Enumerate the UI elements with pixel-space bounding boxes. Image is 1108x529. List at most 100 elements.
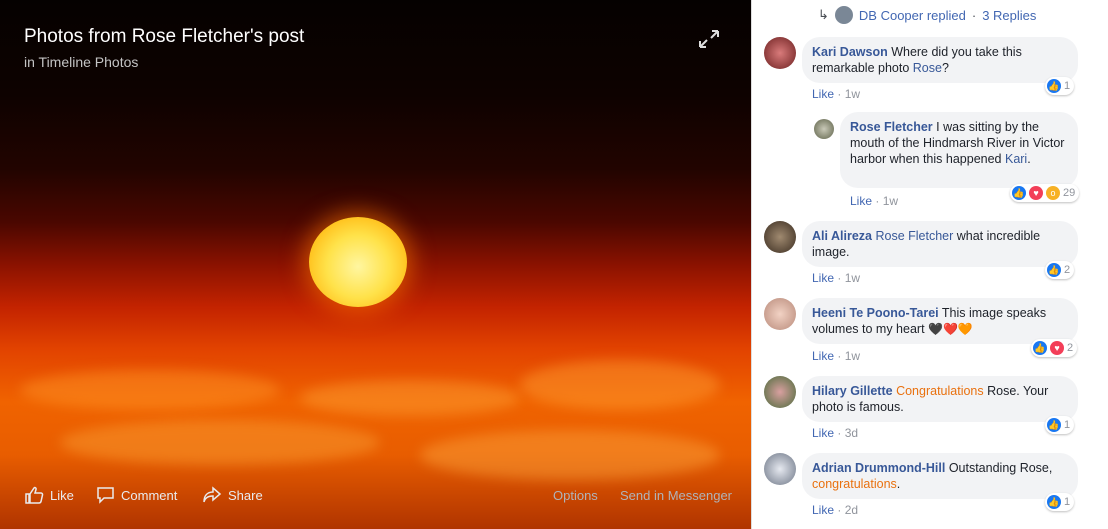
comment-icon xyxy=(97,487,114,504)
avatar[interactable] xyxy=(814,119,834,139)
comment-time[interactable]: 1w xyxy=(845,87,860,101)
cloud xyxy=(420,430,720,480)
avatar[interactable] xyxy=(764,37,796,69)
heart-emoji: 🖤❤️🧡 xyxy=(928,322,973,336)
avatar[interactable] xyxy=(764,453,796,485)
comment-meta: Like · 1w xyxy=(812,271,860,285)
comment-author[interactable]: Adrian Drummond-Hill xyxy=(812,461,945,475)
comment-bubble: Heeni Te Poono-Tarei This image speaks v… xyxy=(802,298,1078,344)
comment-meta: Like · 1w xyxy=(850,194,898,208)
love-reaction-icon: ♥ xyxy=(1029,186,1043,200)
replied-author: DB Cooper replied xyxy=(858,7,966,23)
avatar xyxy=(834,6,853,24)
like-label: Like xyxy=(50,487,74,503)
like-reaction-icon: 👍 xyxy=(1047,79,1061,93)
like-reaction-icon: 👍 xyxy=(1047,263,1061,277)
avatar[interactable] xyxy=(764,221,796,253)
reply-arrow-icon: ↳ xyxy=(818,7,829,22)
comment-like-button[interactable]: Like xyxy=(812,271,834,285)
comment-button[interactable]: Comment xyxy=(96,486,177,504)
share-icon xyxy=(203,486,222,503)
comment-text: Outstanding Rose, xyxy=(945,461,1053,475)
avatar[interactable] xyxy=(764,376,796,408)
reaction-count[interactable]: 👍 1 xyxy=(1045,77,1075,95)
replies-link[interactable]: ↳ DB Cooper replied · 3 Replies xyxy=(818,6,1036,24)
mention[interactable]: Congratulations xyxy=(896,384,984,398)
comment-tail: . xyxy=(1027,152,1031,166)
comment-tail: ? xyxy=(941,61,949,75)
comment-meta: Like · 2d xyxy=(812,503,858,517)
reaction-count[interactable]: 👍 2 xyxy=(1045,261,1075,279)
like-reaction-icon: 👍 xyxy=(1012,186,1026,200)
separator: · xyxy=(872,194,883,208)
comment-meta: Like · 1w xyxy=(812,87,860,101)
comment-tail: . xyxy=(896,477,901,491)
comment-time[interactable]: 1w xyxy=(845,271,860,285)
comment-author[interactable]: Hilary Gillette xyxy=(812,384,893,398)
cloud xyxy=(520,360,720,410)
reaction-count[interactable]: 👍 ♥ o 29 xyxy=(1010,184,1080,202)
separator: · xyxy=(834,503,845,517)
comment-bubble: Rose Fletcher I was sitting by the mouth… xyxy=(840,112,1078,188)
reaction-number: 2 xyxy=(1067,342,1074,354)
comment-author[interactable]: Heeni Te Poono-Tarei xyxy=(812,306,939,320)
comment-bubble: Ali Alireza Rose Fletcher what incredibl… xyxy=(802,221,1078,267)
photo-title: Photos from Rose Fletcher's post xyxy=(24,26,305,47)
send-in-messenger-button[interactable]: Send in Messenger xyxy=(620,488,732,503)
separator: · xyxy=(834,349,845,363)
reaction-count[interactable]: 👍 1 xyxy=(1045,416,1075,434)
comment-time[interactable]: 1w xyxy=(883,194,898,208)
separator: · xyxy=(834,271,845,285)
reaction-number: 2 xyxy=(1064,264,1071,276)
comment-like-button[interactable]: Like xyxy=(850,194,872,208)
mention[interactable]: Rose Fletcher xyxy=(875,229,953,243)
like-button[interactable]: Like xyxy=(24,486,74,504)
reaction-count[interactable]: 👍 1 xyxy=(1045,493,1075,511)
comment-author[interactable]: Rose Fletcher xyxy=(850,120,933,134)
mention[interactable]: congratulations xyxy=(812,477,897,491)
separator: · xyxy=(834,426,845,440)
comment-author[interactable]: Kari Dawson xyxy=(812,45,888,59)
reaction-number: 1 xyxy=(1064,419,1071,431)
comment-bubble: Kari Dawson Where did you take this rema… xyxy=(802,37,1078,83)
wow-reaction-icon: o xyxy=(1046,186,1060,200)
cloud xyxy=(300,380,520,416)
options-button[interactable]: Options xyxy=(553,488,598,503)
separator: · xyxy=(971,7,977,23)
comments-panel[interactable]: ↳ DB Cooper replied · 3 Replies Kari Daw… xyxy=(751,0,1108,529)
photo-subtitle[interactable]: in Timeline Photos xyxy=(24,54,138,70)
comment-like-button[interactable]: Like xyxy=(812,503,834,517)
photo-viewer[interactable]: Photos from Rose Fletcher's post in Time… xyxy=(0,0,751,529)
avatar[interactable] xyxy=(764,298,796,330)
share-button[interactable]: Share xyxy=(202,486,263,504)
comment-meta: Like · 1w xyxy=(812,349,860,363)
comment-author[interactable]: Ali Alireza xyxy=(812,229,872,243)
cloud xyxy=(60,420,380,465)
comment-label: Comment xyxy=(121,487,178,503)
mention[interactable]: Kari xyxy=(1005,152,1027,166)
comment-bubble: Adrian Drummond-Hill Outstanding Rose, c… xyxy=(802,453,1078,499)
love-reaction-icon: ♥ xyxy=(1050,341,1064,355)
comment-like-button[interactable]: Like xyxy=(812,426,834,440)
reaction-number: 1 xyxy=(1064,496,1071,508)
thumbs-up-icon xyxy=(25,486,44,504)
comment-time[interactable]: 2d xyxy=(845,503,858,517)
reaction-number: 29 xyxy=(1063,187,1076,199)
reaction-number: 1 xyxy=(1064,80,1071,92)
comment-time[interactable]: 3d xyxy=(845,426,858,440)
share-label: Share xyxy=(228,487,263,503)
comment-time[interactable]: 1w xyxy=(845,349,860,363)
expand-icon[interactable] xyxy=(697,28,721,50)
like-reaction-icon: 👍 xyxy=(1047,418,1061,432)
comment-meta: Like · 3d xyxy=(812,426,858,440)
like-reaction-icon: 👍 xyxy=(1047,495,1061,509)
comment-like-button[interactable]: Like xyxy=(812,349,834,363)
comment-like-button[interactable]: Like xyxy=(812,87,834,101)
like-reaction-icon: 👍 xyxy=(1033,341,1047,355)
separator: · xyxy=(834,87,845,101)
photo-actions: Like Comment Share Options Send in Messe… xyxy=(0,486,751,506)
replies-count: 3 Replies xyxy=(982,7,1037,23)
mention[interactable]: Rose xyxy=(913,61,942,75)
reaction-count[interactable]: 👍 ♥ 2 xyxy=(1031,339,1078,357)
cloud xyxy=(20,370,280,410)
